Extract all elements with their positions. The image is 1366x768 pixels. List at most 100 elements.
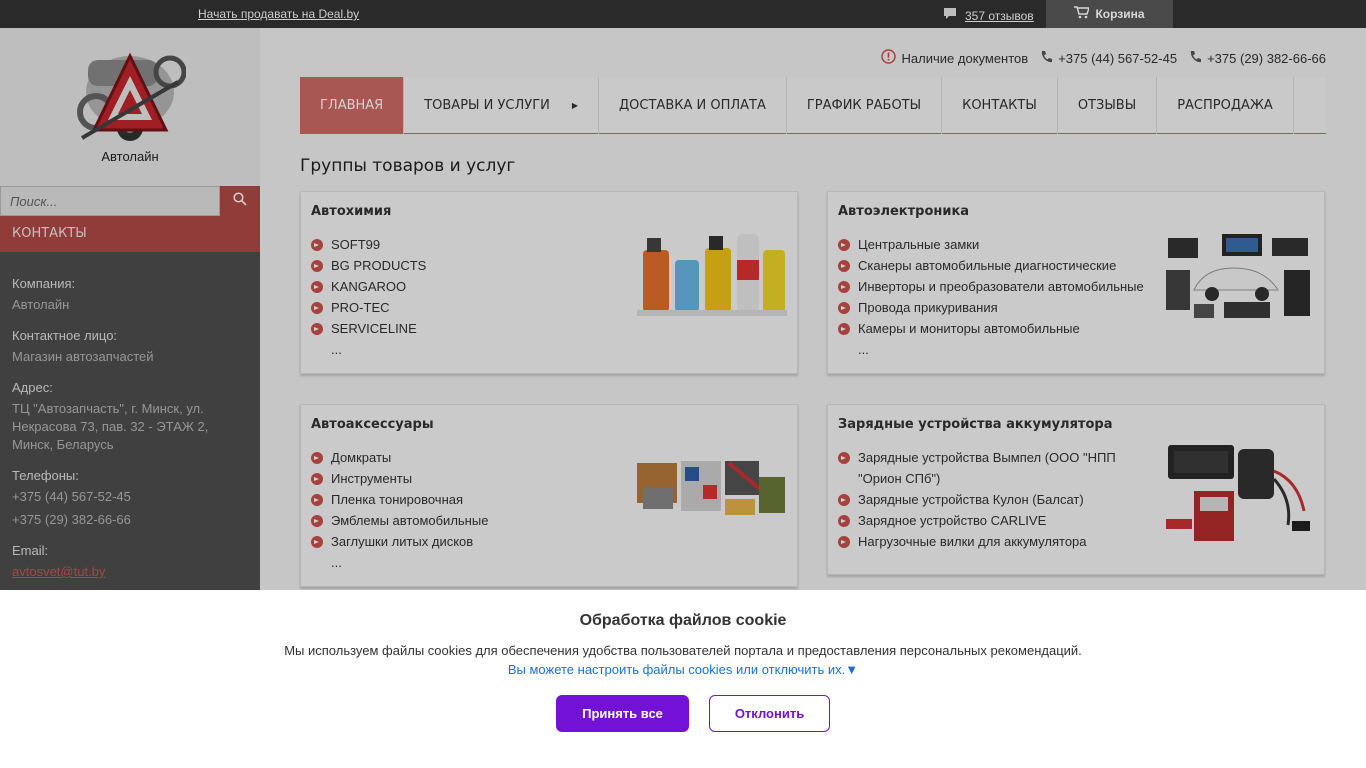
nav-schedule[interactable]: ГРАФИК РАБОТЫ (787, 77, 943, 134)
bullet-icon (311, 260, 323, 272)
bullet-icon (311, 281, 323, 293)
company-name: Автолайн (101, 149, 159, 164)
bullet-icon (311, 302, 323, 314)
list-item[interactable]: PRO-TEC (311, 297, 426, 318)
caret-right-icon: ▶ (571, 101, 579, 110)
list-item[interactable]: KANGAROO (311, 276, 426, 297)
cart-button[interactable]: Корзина (1046, 0, 1173, 28)
group-list: Домкраты Инструменты Пленка тонировочная… (311, 447, 488, 573)
header-phone-2-text: +375 (29) 382-66-66 (1207, 50, 1326, 66)
cart-label: Корзина (1095, 7, 1145, 21)
list-item[interactable]: Нагрузочные вилки для аккумулятора (838, 531, 1120, 552)
search-input[interactable] (0, 186, 220, 216)
group-title[interactable]: Автоаксессуары (311, 417, 434, 432)
search-button[interactable] (220, 186, 260, 216)
bullet-icon (311, 494, 323, 506)
list-item[interactable]: Инверторы и преобразователи автомобильны… (838, 276, 1144, 297)
bullet-icon (311, 536, 323, 548)
company-logo[interactable] (74, 42, 187, 144)
group-card: Автоэлектроника Центральные замки Сканер… (827, 191, 1325, 374)
search-box (0, 186, 260, 216)
nav-products-label: ТОВАРЫ И УСЛУГИ (424, 98, 550, 113)
group-image-car-electronics[interactable] (1164, 230, 1314, 327)
list-item[interactable]: Провода прикуривания (838, 297, 1144, 318)
group-list: Центральные замки Сканеры автомобильные … (838, 234, 1144, 360)
bullet-icon (838, 260, 850, 272)
list-item[interactable]: Зарядные устройства Вымпел (ООО "НПП "Ор… (838, 447, 1120, 489)
nav-sale[interactable]: РАСПРОДАЖА (1157, 77, 1294, 134)
cookie-text: Мы используем файлы cookies для обеспече… (284, 643, 1082, 658)
phone-icon (1189, 50, 1202, 67)
company-label: Компания: (12, 276, 76, 291)
page-title: Группы товаров и услуг (300, 156, 516, 176)
list-item[interactable]: SERVICELINE (311, 318, 426, 339)
list-item[interactable]: SOFT99 (311, 234, 426, 255)
reviews-count: 357 отзывов (965, 8, 1034, 23)
list-item[interactable]: Заглушки литых дисков (311, 531, 488, 552)
logo-area: Автолайн (0, 28, 260, 186)
documents-link[interactable]: Наличие документов (880, 49, 1028, 67)
phone-icon (1040, 50, 1053, 67)
bullet-icon (311, 239, 323, 251)
more-link[interactable]: ... (331, 552, 488, 573)
group-title[interactable]: Автохимия (311, 204, 391, 219)
list-item[interactable]: Эмблемы автомобильные (311, 510, 488, 531)
nav-delivery[interactable]: ДОСТАВКА И ОПЛАТА (599, 77, 787, 134)
cookie-banner: Обработка файлов cookie Мы используем фа… (0, 590, 1366, 768)
group-card: Зарядные устройства аккумулятора Зарядны… (827, 404, 1325, 575)
group-card: Автохимия SOFT99 BG PRODUCTS KANGAROO PR… (300, 191, 798, 374)
cookie-settings-link[interactable]: Вы можете настроить файлы cookies или от… (0, 662, 1366, 677)
header-phone-2[interactable]: +375 (29) 382-66-66 (1189, 50, 1326, 67)
bullet-icon (838, 239, 850, 251)
bullet-icon (838, 536, 850, 548)
group-list: SOFT99 BG PRODUCTS KANGAROO PRO-TEC SERV… (311, 234, 426, 360)
bullet-icon (311, 452, 323, 464)
reviews-link[interactable]: 357 отзывов (943, 7, 1034, 24)
top-bar: Начать продавать на Deal.by 357 отзывов … (0, 0, 1366, 28)
group-image-car-accessories[interactable] (637, 457, 787, 524)
list-item[interactable]: Камеры и мониторы автомобильные (838, 318, 1144, 339)
header-info: Наличие документов +375 (44) 567-52-45 +… (880, 49, 1326, 67)
start-selling-link[interactable]: Начать продавать на Deal.by (198, 7, 359, 21)
group-image-car-chemicals[interactable] (637, 230, 787, 323)
bullet-icon (311, 515, 323, 527)
header-phone-1-text: +375 (44) 567-52-45 (1058, 50, 1178, 66)
group-title[interactable]: Автоэлектроника (838, 204, 969, 219)
list-item[interactable]: Зарядные устройства Кулон (Балсат) (838, 489, 1120, 510)
search-icon (233, 191, 247, 211)
more-link[interactable]: ... (331, 339, 426, 360)
bullet-icon (838, 281, 850, 293)
phones-label: Телефоны: (12, 468, 79, 483)
list-item[interactable]: Инструменты (311, 468, 488, 489)
nav-reviews[interactable]: ОТЗЫВЫ (1058, 77, 1158, 134)
bullet-icon (838, 323, 850, 335)
phone-2: +375 (29) 382-66-66 (12, 512, 131, 527)
contact-person-label: Контактное лицо: (12, 328, 118, 343)
list-item[interactable]: Пленка тонировочная (311, 489, 488, 510)
more-link[interactable]: ... (858, 339, 1144, 360)
list-item[interactable]: Домкраты (311, 447, 488, 468)
list-item[interactable]: Сканеры автомобильные диагностические (838, 255, 1144, 276)
main-content: Наличие документов +375 (44) 567-52-45 +… (260, 28, 1366, 590)
address-label: Адрес: (12, 380, 53, 395)
bullet-icon (838, 515, 850, 527)
nav-home[interactable]: ГЛАВНАЯ (300, 77, 405, 134)
accept-all-button[interactable]: Принять все (556, 695, 689, 732)
decline-button[interactable]: Отклонить (709, 695, 830, 732)
cookie-title: Обработка файлов cookie (579, 612, 787, 629)
contacts-heading: КОНТАКТЫ (0, 216, 260, 252)
contact-person-value: Магазин автозапчастей (12, 349, 154, 364)
group-image-battery-chargers[interactable] (1164, 441, 1314, 550)
list-item[interactable]: Зарядное устройство CARLIVE (838, 510, 1120, 531)
phone-1: +375 (44) 567-52-45 (12, 489, 131, 504)
nav-contacts[interactable]: КОНТАКТЫ (942, 77, 1058, 134)
sidebar: Автолайн КОНТАКТЫ Компания: Автолайн Кон… (0, 28, 260, 590)
list-item[interactable]: Центральные замки (838, 234, 1144, 255)
group-title[interactable]: Зарядные устройства аккумулятора (838, 417, 1112, 432)
contacts-block: Компания: Автолайн Контактное лицо: Мага… (12, 276, 252, 581)
email-link[interactable]: avtosvet@tut.by (12, 563, 252, 581)
nav-products[interactable]: ТОВАРЫ И УСЛУГИ ▶ (404, 77, 600, 134)
bullet-icon (311, 323, 323, 335)
list-item[interactable]: BG PRODUCTS (311, 255, 426, 276)
header-phone-1[interactable]: +375 (44) 567-52-45 (1040, 50, 1177, 67)
